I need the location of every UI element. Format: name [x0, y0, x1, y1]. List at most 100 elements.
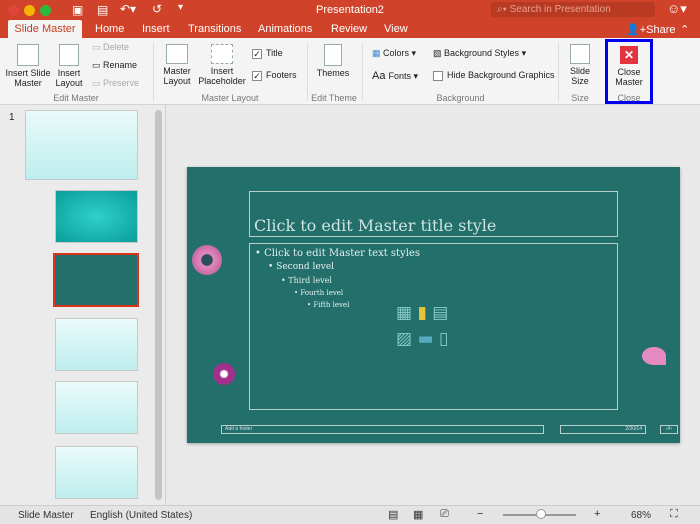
- master-layout-icon: [166, 44, 188, 64]
- label: Hide Background Graphics: [447, 70, 555, 80]
- flower-decoration: [642, 347, 666, 365]
- label: Title: [266, 48, 283, 58]
- level-4: • Fourth level: [294, 289, 344, 297]
- thumbnail-slide-master[interactable]: [25, 110, 138, 180]
- preserve-button[interactable]: ▭ Preserve: [92, 78, 139, 89]
- tab-insert[interactable]: Insert: [142, 23, 170, 35]
- slideshow-icon[interactable]: ⎚: [440, 508, 449, 521]
- label: Insert Slide Master: [5, 68, 51, 88]
- search-icon: ⌕▾: [497, 4, 510, 15]
- label: Themes: [316, 68, 350, 78]
- zoom-out-button[interactable]: −: [477, 508, 483, 520]
- fit-to-window-icon[interactable]: ⛶: [670, 508, 678, 521]
- text: Click to edit Master text styles: [264, 248, 420, 259]
- insert-folder-icon[interactable]: ▬: [417, 329, 433, 349]
- insert-picture-icon[interactable]: ▨: [396, 329, 412, 349]
- group-label-edit-theme: Edit Theme: [311, 93, 357, 103]
- slide-canvas[interactable]: Click to edit Master title style • Click…: [187, 167, 680, 443]
- slide-size-icon: [570, 44, 590, 64]
- label: Slide Size: [569, 66, 590, 86]
- thumbnail-layout[interactable]: [55, 446, 138, 499]
- text: Second level: [276, 262, 335, 272]
- search-input[interactable]: ⌕▾ Search in Presentation: [491, 2, 655, 17]
- title-placeholder[interactable]: Click to edit Master title style: [249, 191, 618, 237]
- preserve-icon: ▭: [92, 78, 104, 88]
- insert-chart-icon[interactable]: ▮: [417, 303, 426, 323]
- insert-layout-button[interactable]: Insert Layout: [54, 44, 84, 88]
- divider: [558, 43, 559, 101]
- thumbnail-layout[interactable]: [55, 381, 138, 434]
- share-button[interactable]: 👤+Share: [626, 23, 675, 36]
- insert-placeholder-icon: [211, 44, 233, 64]
- search-placeholder: Search in Presentation: [509, 4, 611, 15]
- slide-number: 1: [9, 112, 15, 123]
- hide-background-graphics-checkbox[interactable]: Hide Background Graphics: [433, 70, 555, 81]
- label: Colors: [383, 48, 410, 58]
- footer-placeholder[interactable]: Add a footer: [221, 425, 544, 434]
- status-language[interactable]: English (United States): [90, 510, 192, 521]
- label: Rename: [103, 60, 138, 70]
- insert-smartart-icon[interactable]: ▤: [432, 303, 448, 323]
- delete-icon: ▭: [92, 42, 104, 52]
- share-label: Share: [646, 24, 676, 36]
- zoom-slider-handle[interactable]: [535, 509, 546, 519]
- divider: [153, 43, 154, 101]
- insert-placeholder-button[interactable]: Insert Placeholder: [198, 44, 246, 86]
- themes-button[interactable]: Themes: [312, 44, 354, 78]
- footers-checkbox[interactable]: ✓ Footers: [252, 70, 297, 81]
- level-2: • Second level: [268, 262, 335, 272]
- label: Master Layout: [163, 66, 191, 86]
- insert-video-icon[interactable]: ▯: [439, 329, 448, 349]
- slide-size-button[interactable]: Slide Size: [564, 44, 596, 86]
- tab-slide-master[interactable]: Slide Master: [8, 20, 82, 38]
- normal-view-icon[interactable]: ▤: [388, 508, 398, 521]
- account-icon[interactable]: ☺▾: [667, 1, 687, 17]
- delete-button[interactable]: ▭ Delete: [92, 42, 129, 53]
- slide-sorter-icon[interactable]: ▦: [413, 508, 423, 521]
- zoom-in-button[interactable]: +: [594, 508, 600, 520]
- slide-thumbnail-pane: 1: [0, 105, 166, 505]
- checkmark-icon: ✓: [252, 70, 262, 81]
- fonts-button[interactable]: Aa Fonts ▾: [372, 70, 418, 82]
- insert-table-icon[interactable]: ▦: [396, 303, 412, 323]
- title-checkbox[interactable]: ✓ Title: [252, 48, 283, 59]
- thumbnail-layout[interactable]: [55, 318, 138, 371]
- tab-animations[interactable]: Animations: [258, 23, 312, 35]
- tab-view[interactable]: View: [384, 23, 408, 35]
- text: Fifth level: [313, 301, 350, 309]
- label: Close Master: [615, 67, 643, 87]
- level-3: • Third level: [281, 276, 332, 285]
- fonts-icon: Aa: [372, 70, 389, 82]
- checkmark-icon: ✓: [252, 48, 262, 59]
- master-layout-button[interactable]: Master Layout: [160, 44, 194, 86]
- tab-review[interactable]: Review: [331, 23, 367, 35]
- body-placeholder[interactable]: • Click to edit Master text styles • Sec…: [249, 243, 618, 410]
- colors-button[interactable]: ▦ Colors ▾: [372, 48, 416, 59]
- flower-decoration: [213, 363, 235, 385]
- label: Background Styles: [444, 48, 520, 58]
- insert-slide-master-button[interactable]: Insert Slide Master: [4, 44, 52, 88]
- group-label-background: Background: [436, 93, 485, 103]
- ribbon: Insert Slide Master Insert Layout ▭ Dele…: [0, 38, 700, 105]
- collapse-ribbon-icon[interactable]: ⌃: [680, 23, 689, 36]
- title-bar: ▣ ▤ ↶▾ ↺ ▾ Presentation2 ⌕▾ Search in Pr…: [0, 0, 700, 38]
- insert-slide-master-icon: [17, 44, 39, 66]
- text: Third level: [288, 276, 332, 285]
- tab-home[interactable]: Home: [95, 23, 124, 35]
- status-bar: Slide Master English (United States) ▤ ▦…: [0, 505, 700, 524]
- content-insert-icons: ▦ ▮ ▤ ▨ ▬ ▯: [396, 300, 472, 352]
- rename-button[interactable]: ▭ Rename: [92, 60, 137, 71]
- close-icon: ✕: [620, 46, 638, 64]
- label: Footers: [266, 70, 297, 80]
- thumbnail-layout-title[interactable]: [55, 190, 138, 243]
- date-placeholder[interactable]: 2/20/14: [560, 425, 646, 434]
- rename-icon: ▭: [92, 60, 104, 70]
- level-5: • Fifth level: [307, 301, 350, 309]
- thumbnail-layout-selected[interactable]: [53, 253, 139, 307]
- thumbnail-scrollbar[interactable]: [155, 110, 162, 500]
- close-master-button[interactable]: ✕ Close Master: [609, 46, 649, 87]
- slide-number-placeholder[interactable]: ‹#›: [660, 425, 678, 434]
- group-label-close: Close: [617, 93, 641, 103]
- tab-transitions[interactable]: Transitions: [188, 23, 241, 35]
- background-styles-button[interactable]: ▧ Background Styles ▾: [433, 48, 526, 59]
